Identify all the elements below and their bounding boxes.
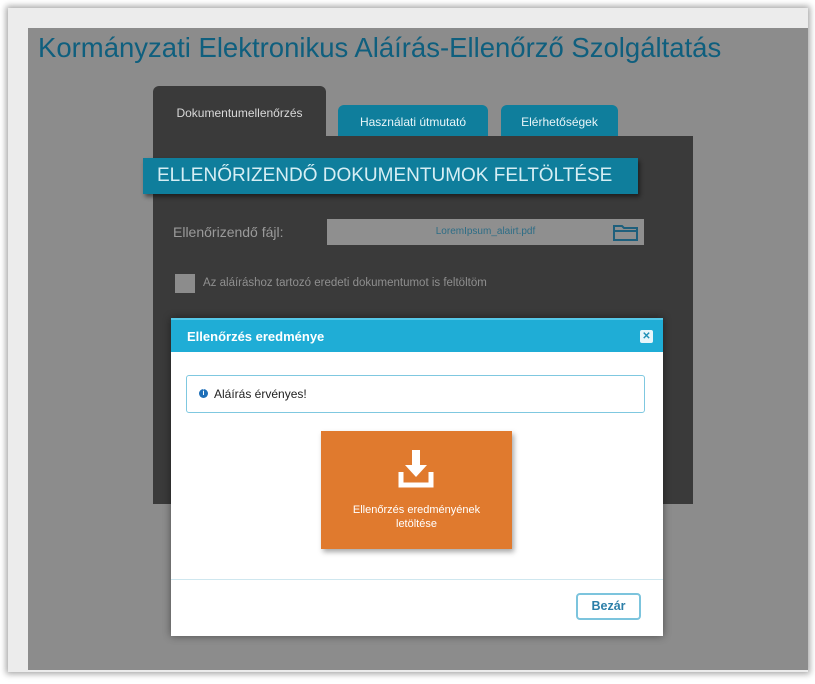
page-title: Kormányzati Elektronikus Aláírás-Ellenőr… bbox=[38, 32, 722, 63]
tab-usage-guide[interactable]: Használati útmutató bbox=[338, 105, 488, 138]
dialog-divider bbox=[171, 579, 663, 580]
folder-open-icon[interactable] bbox=[613, 223, 639, 241]
download-icon bbox=[398, 450, 434, 488]
result-alert: i Aláírás érvényes! bbox=[186, 375, 645, 413]
dialog-title: Ellenőrzés eredménye bbox=[187, 329, 325, 344]
file-field-label: Ellenőrizendő fájl: bbox=[173, 224, 284, 240]
info-icon: i bbox=[199, 389, 208, 398]
original-document-label: Az aláíráshoz tartozó eredeti dokumentum… bbox=[203, 277, 487, 289]
tab-contacts[interactable]: Elérhetőségek bbox=[501, 105, 618, 138]
result-dialog: Ellenőrzés eredménye ✕ i Aláírás érvénye… bbox=[171, 318, 663, 636]
original-document-checkbox[interactable] bbox=[175, 274, 195, 293]
download-button-label: Ellenőrzés eredményének letöltése bbox=[352, 504, 481, 530]
file-name: LoremIpsum_alairt.pdf bbox=[435, 226, 536, 237]
close-icon[interactable]: ✕ bbox=[640, 330, 653, 343]
download-result-button[interactable]: Ellenőrzés eredményének letöltése bbox=[321, 431, 512, 549]
dialog-header: Ellenőrzés eredménye ✕ bbox=[171, 318, 663, 352]
close-button[interactable]: Bezár bbox=[576, 593, 641, 620]
page-background: Kormányzati Elektronikus Aláírás-Ellenőr… bbox=[28, 28, 808, 670]
section-title: ELLENŐRIZENDŐ DOKUMENTUMOK FELTÖLTÉSE bbox=[143, 158, 638, 194]
alert-message: Aláírás érvényes! bbox=[214, 387, 307, 401]
tab-document-check[interactable]: Dokumentumellenőrzés bbox=[153, 86, 326, 138]
file-input[interactable]: LoremIpsum_alairt.pdf bbox=[327, 219, 644, 245]
